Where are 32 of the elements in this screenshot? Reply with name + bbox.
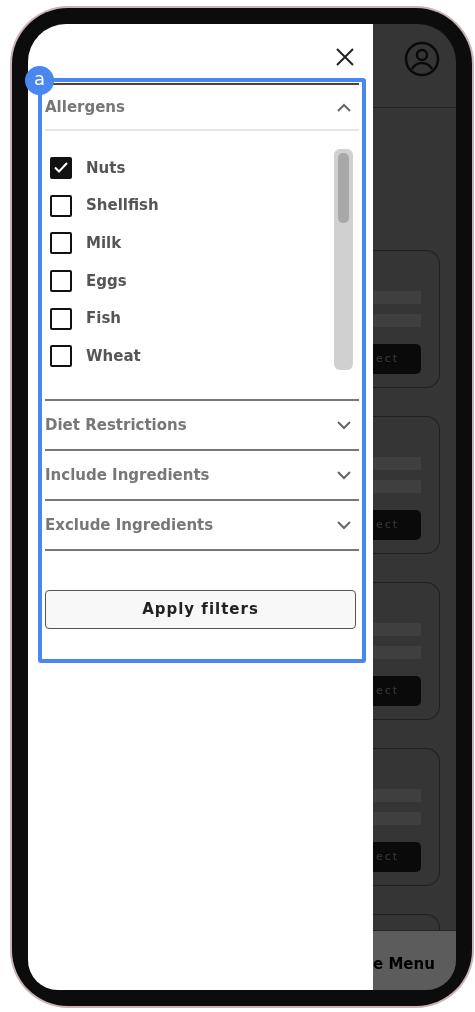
checkbox-option[interactable]: Milk (45, 224, 334, 263)
chevron-up-icon (337, 102, 351, 112)
placeholder-bar (373, 291, 421, 304)
checkbox[interactable] (50, 156, 72, 179)
bottom-bar[interactable]: e Menu (373, 930, 456, 990)
placeholder-bar (373, 480, 421, 493)
placeholder-bar (373, 646, 421, 659)
checkbox-option[interactable]: Shellfish (45, 186, 334, 225)
checkbox-option[interactable]: Wheat (45, 337, 334, 376)
checkbox[interactable] (50, 232, 72, 255)
checkbox-option[interactable]: Nuts (45, 149, 334, 187)
accordion-header[interactable]: Include Ingredients (45, 451, 359, 502)
checkbox-option[interactable]: Fish (45, 299, 334, 338)
checkbox[interactable] (50, 194, 72, 217)
apply-filters-button[interactable]: Apply filters (45, 590, 356, 630)
accordion-header[interactable]: Diet Restrictions (45, 401, 359, 452)
placeholder-bar (373, 314, 421, 327)
checkbox-option[interactable]: Eggs (45, 262, 334, 300)
scrollbar[interactable] (334, 149, 353, 370)
chevron-down-icon (337, 470, 351, 480)
placeholder-bar (373, 812, 421, 825)
accordion-header[interactable]: Allergens (45, 85, 359, 131)
accordion-header[interactable]: Exclude Ingredients (45, 501, 359, 552)
checkbox[interactable] (50, 269, 72, 292)
check-icon (54, 162, 68, 174)
placeholder-bar (373, 623, 421, 636)
checkbox[interactable] (50, 307, 72, 330)
checkbox[interactable] (50, 345, 72, 368)
chevron-down-icon (337, 420, 351, 430)
placeholder-bar (373, 789, 421, 802)
placeholder-bar (373, 457, 421, 470)
chevron-down-icon (337, 520, 351, 530)
